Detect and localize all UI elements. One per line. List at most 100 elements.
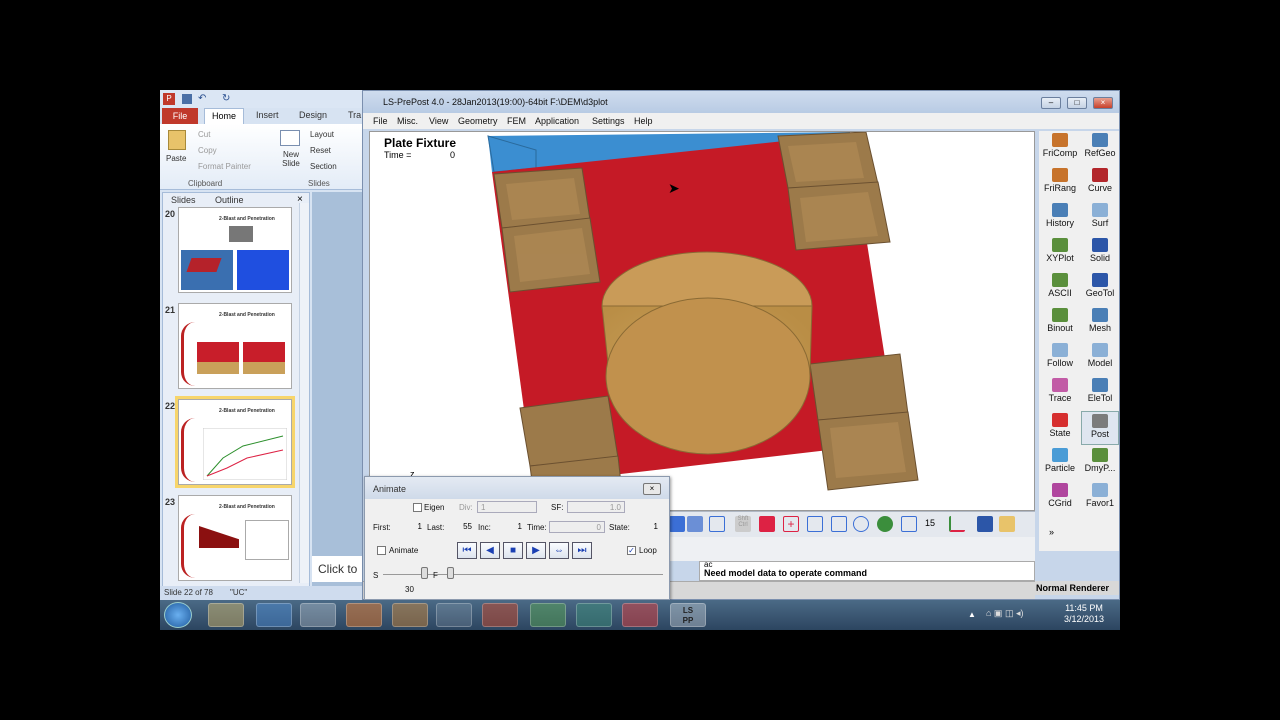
paste-icon[interactable] (168, 130, 186, 150)
tool-frirang[interactable]: FriRang (1041, 166, 1079, 200)
menu-misc[interactable]: Misc. (397, 116, 418, 126)
shift-ctrl-icon[interactable]: Shft Ctrl (735, 516, 751, 532)
first-input[interactable]: 1 (393, 521, 425, 533)
sf-input[interactable]: 1.0 (567, 501, 625, 513)
new-slide-button[interactable]: New Slide (276, 150, 306, 168)
tab-insert[interactable]: Insert (256, 110, 279, 120)
tab-design[interactable]: Design (299, 110, 327, 120)
view-iso-icon[interactable] (687, 516, 703, 532)
tool-history[interactable]: History (1041, 201, 1079, 235)
step-forward-button[interactable]: ⇔ (549, 542, 569, 559)
tool-geotol[interactable]: GeoTol (1081, 271, 1119, 305)
slide-thumbnail[interactable]: 2-Blast and Penetration (178, 495, 292, 581)
tool-xyplot[interactable]: XYPlot (1041, 236, 1079, 270)
tool-cgrid[interactable]: CGrid (1041, 481, 1079, 515)
axes-icon[interactable] (949, 516, 965, 532)
format-painter-button[interactable]: Format Painter (198, 162, 251, 171)
play-button[interactable]: ▶ (526, 542, 546, 559)
tool-refgeo[interactable]: RefGeo (1081, 131, 1119, 165)
last-frame-button[interactable]: ⏭ (572, 542, 592, 559)
tool-state[interactable]: State (1041, 411, 1079, 445)
tray-icons[interactable]: ⌂ ▣ ◫ ◂) (986, 608, 1046, 622)
more-tools-icon[interactable]: » (1049, 527, 1054, 537)
close-button[interactable]: × (1093, 97, 1113, 109)
slide-thumbnail[interactable]: 2-Blast and Penetration (178, 303, 292, 389)
view-wire-icon[interactable] (709, 516, 725, 532)
layout-button[interactable]: Layout (310, 130, 334, 139)
menu-fem[interactable]: FEM (507, 116, 526, 126)
tab-transitions[interactable]: Tra (348, 110, 361, 120)
copy-button[interactable]: Copy (198, 146, 217, 155)
animate-checkbox[interactable] (377, 546, 386, 555)
animate-close-button[interactable]: × (643, 483, 661, 495)
zoom-in-icon[interactable] (807, 516, 823, 532)
pdf-reader-icon[interactable] (622, 603, 658, 627)
undo-icon[interactable]: ↶ (198, 93, 206, 104)
media-player-icon[interactable] (392, 603, 428, 627)
globe-icon[interactable] (877, 516, 893, 532)
tool-trace[interactable]: Trace (1041, 376, 1079, 410)
tool-ascii[interactable]: ASCII (1041, 271, 1079, 305)
slide-thumbnail-selected[interactable]: 2-Blast and Penetration (175, 396, 295, 488)
slides-scrollbar[interactable] (299, 203, 309, 583)
file-explorer-icon[interactable] (208, 603, 244, 627)
tool-follow[interactable]: Follow (1041, 341, 1079, 375)
add-icon[interactable]: + (783, 516, 799, 532)
speed-slider-handle[interactable] (421, 567, 428, 579)
menu-file[interactable]: File (373, 116, 388, 126)
slide-thumbnail[interactable]: 2-Blast and Penetration (178, 207, 292, 293)
tab-home[interactable]: Home (204, 108, 244, 125)
step-back-button[interactable]: ◀ (480, 542, 500, 559)
ls-dyna-icon[interactable] (576, 603, 612, 627)
ls-prepost-taskbar-icon[interactable]: LS PP (670, 603, 706, 627)
tool-post[interactable]: Post (1081, 411, 1119, 445)
stop-button[interactable]: ■ (503, 542, 523, 559)
tray-arrow-icon[interactable]: ▲ (968, 610, 976, 619)
save-icon[interactable] (182, 94, 192, 104)
box-view-icon[interactable] (901, 516, 917, 532)
menu-application[interactable]: Application (535, 116, 579, 126)
powerpoint-taskbar-icon[interactable] (482, 603, 518, 627)
chart-app-icon[interactable] (530, 603, 566, 627)
tool-dmyp[interactable]: DmyP... (1081, 446, 1119, 480)
minimize-button[interactable]: – (1041, 97, 1061, 109)
menu-settings[interactable]: Settings (592, 116, 625, 126)
rotate-icon[interactable] (759, 516, 775, 532)
tab-slides[interactable]: Slides (171, 195, 196, 205)
tool-model[interactable]: Model (1081, 341, 1119, 375)
state-input[interactable]: 1 (631, 521, 661, 533)
tool-eletol[interactable]: EleTol (1081, 376, 1119, 410)
menu-geometry[interactable]: Geometry (458, 116, 498, 126)
document-icon[interactable] (300, 603, 336, 627)
solid-view-icon[interactable] (977, 516, 993, 532)
loop-checkbox[interactable]: ✓ (627, 546, 636, 555)
light-icon[interactable] (999, 516, 1015, 532)
window-switch-icon[interactable] (436, 603, 472, 627)
graphics-viewport[interactable]: Plate Fixture Time = 0 z ➤ (369, 131, 1035, 511)
tool-solid[interactable]: Solid (1081, 236, 1119, 270)
first-frame-button[interactable]: ⏮ (457, 542, 477, 559)
cut-button[interactable]: Cut (198, 130, 210, 139)
paste-button[interactable]: Paste (166, 154, 186, 163)
tool-favor1[interactable]: Favor1 (1081, 481, 1119, 515)
frame-slider-handle[interactable] (447, 567, 454, 579)
inc-input[interactable]: 1 (493, 521, 525, 533)
system-clock[interactable]: 11:45 PM 3/12/2013 (1056, 603, 1112, 627)
section-button[interactable]: Section (310, 162, 337, 171)
firefox-icon[interactable] (346, 603, 382, 627)
tool-mesh[interactable]: Mesh (1081, 306, 1119, 340)
tab-file[interactable]: File (162, 108, 198, 124)
internet-explorer-icon[interactable] (256, 603, 292, 627)
view-cube-icon[interactable] (669, 516, 685, 532)
start-button[interactable] (164, 602, 192, 628)
time-input[interactable]: 0 (549, 521, 605, 533)
eigen-checkbox[interactable] (413, 503, 422, 512)
new-slide-icon[interactable] (280, 130, 300, 146)
tool-particle[interactable]: Particle (1041, 446, 1079, 480)
angle-value[interactable]: 15 (925, 518, 935, 528)
tab-outline[interactable]: Outline (215, 195, 244, 205)
reset-button[interactable]: Reset (310, 146, 331, 155)
tool-curve[interactable]: Curve (1081, 166, 1119, 200)
maximize-button[interactable]: □ (1067, 97, 1087, 109)
tool-surf[interactable]: Surf (1081, 201, 1119, 235)
